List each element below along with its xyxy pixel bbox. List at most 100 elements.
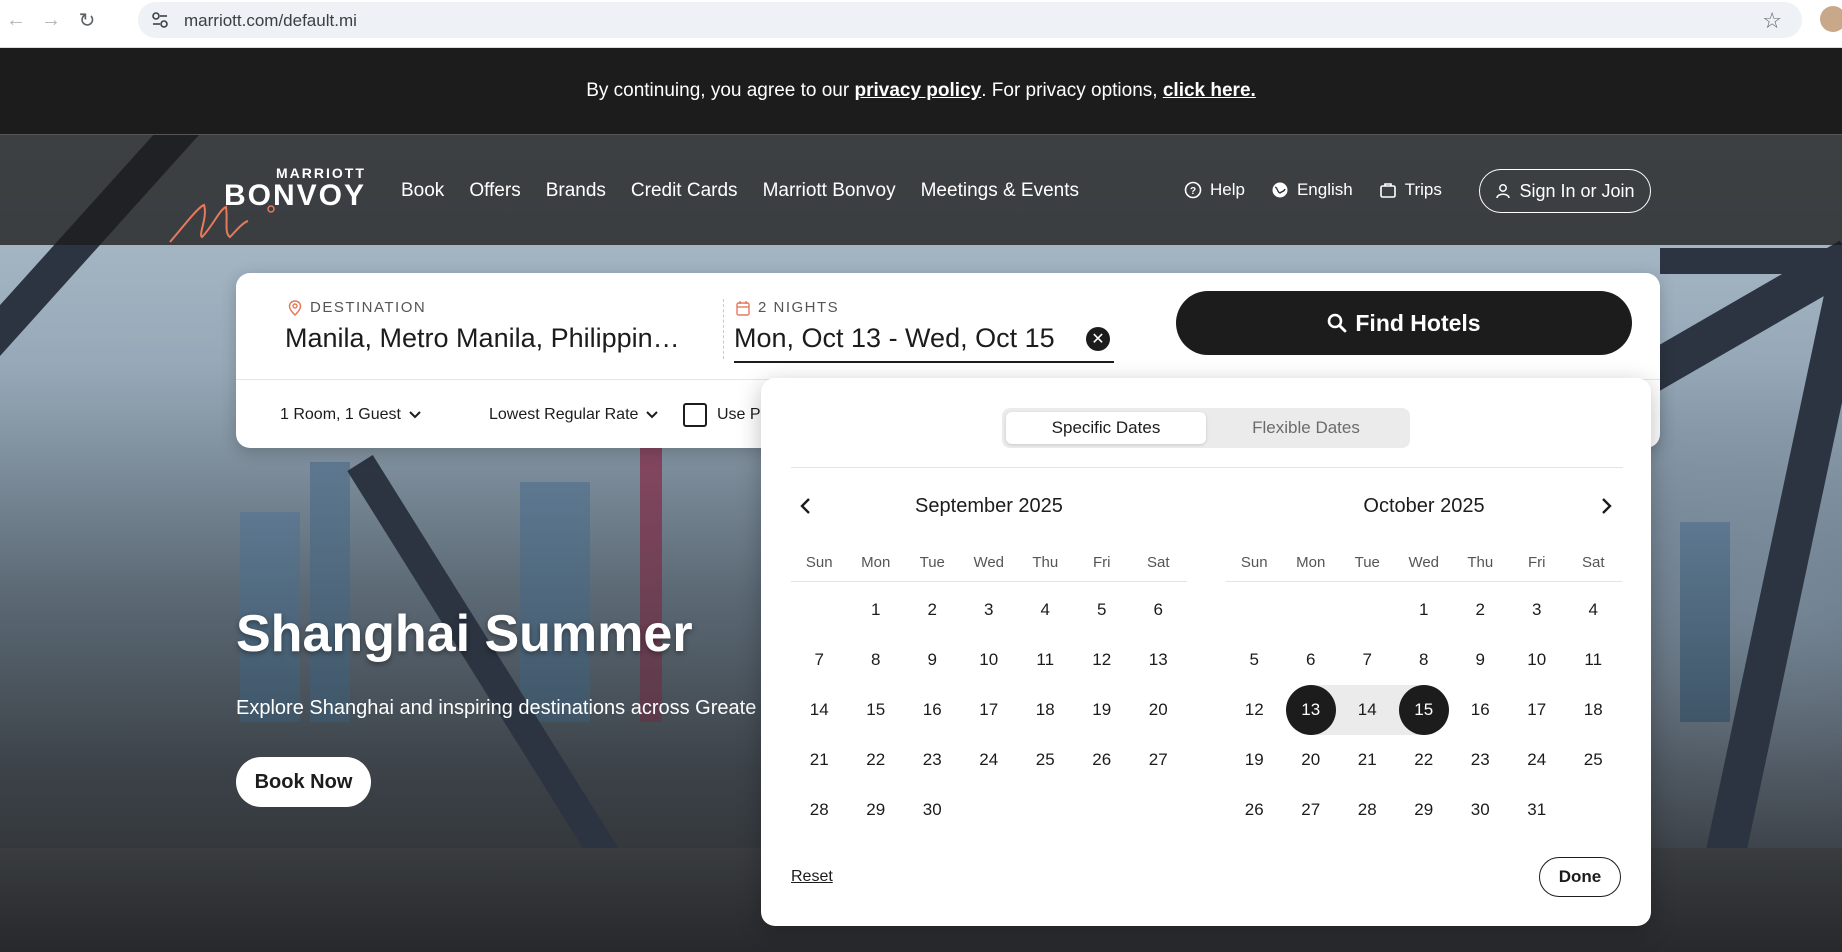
day-cell[interactable]: 4 xyxy=(1017,585,1074,635)
day-cell[interactable]: 25 xyxy=(1017,735,1074,785)
day-cell[interactable]: 17 xyxy=(1509,685,1566,735)
day-cell[interactable]: 1 xyxy=(1396,585,1453,635)
checkbox-box[interactable] xyxy=(683,403,707,427)
day-cell[interactable]: 12 xyxy=(1226,685,1283,735)
day-cell[interactable]: 5 xyxy=(1226,635,1283,685)
bookmark-star-icon[interactable]: ☆ xyxy=(1762,8,1782,34)
day-cell[interactable]: 23 xyxy=(1452,735,1509,785)
day-cell[interactable]: 20 xyxy=(1283,735,1340,785)
marriott-bonvoy-logo[interactable]: MARRIOTT BONVOY xyxy=(168,165,368,245)
day-cell[interactable]: 22 xyxy=(1396,735,1453,785)
day-cell[interactable]: 15 xyxy=(848,685,905,735)
forward-arrow-icon[interactable]: → xyxy=(37,6,65,34)
done-button[interactable]: Done xyxy=(1539,857,1621,897)
day-cell[interactable]: 23 xyxy=(904,735,961,785)
day-cell[interactable]: 26 xyxy=(1074,735,1131,785)
privacy-options-link[interactable]: click here. xyxy=(1163,80,1256,102)
profile-avatar[interactable] xyxy=(1820,6,1842,32)
day-cell[interactable]: 7 xyxy=(1339,635,1396,685)
day-cell[interactable]: 30 xyxy=(904,785,961,835)
address-bar[interactable]: marriott.com/default.mi ☆ xyxy=(138,2,1802,38)
weekday-label: Mon xyxy=(861,554,891,571)
day-cell[interactable]: 31 xyxy=(1509,785,1566,835)
day-cell[interactable]: 17 xyxy=(961,685,1018,735)
day-cell[interactable]: 5 xyxy=(1074,585,1131,635)
day-cell[interactable]: 8 xyxy=(848,635,905,685)
destination-input[interactable]: Manila, Metro Manila, Philippines xyxy=(285,323,680,354)
day-cell[interactable]: 1 xyxy=(848,585,905,635)
day-cell[interactable]: 22 xyxy=(848,735,905,785)
day-cell[interactable]: 14 xyxy=(791,685,848,735)
day-cell[interactable]: 6 xyxy=(1130,585,1187,635)
selected-start-day[interactable]: 13 xyxy=(1282,685,1339,735)
day-cell[interactable]: 27 xyxy=(1130,735,1187,785)
trips-link[interactable]: Trips xyxy=(1379,180,1442,200)
selected-end-day[interactable]: 15 xyxy=(1395,685,1452,735)
day-cell[interactable]: 10 xyxy=(961,635,1018,685)
nav-meetings-events[interactable]: Meetings & Events xyxy=(921,180,1079,202)
day-cell[interactable]: 27 xyxy=(1283,785,1340,835)
day-cell[interactable]: 20 xyxy=(1130,685,1187,735)
in-range-day[interactable]: 14 xyxy=(1339,685,1396,735)
globe-icon xyxy=(1272,182,1288,198)
day-cell[interactable]: 16 xyxy=(904,685,961,735)
help-link[interactable]: ? Help xyxy=(1184,180,1245,200)
privacy-policy-link[interactable]: privacy policy xyxy=(854,80,981,102)
day-cell[interactable]: 9 xyxy=(904,635,961,685)
nav-brands[interactable]: Brands xyxy=(546,180,606,202)
nav-book[interactable]: Book xyxy=(401,180,444,202)
day-cell[interactable]: 21 xyxy=(791,735,848,785)
clear-dates-icon[interactable]: ✕ xyxy=(1086,327,1110,351)
day-cell[interactable]: 2 xyxy=(1452,585,1509,635)
day-cell[interactable]: 19 xyxy=(1074,685,1131,735)
nav-offers[interactable]: Offers xyxy=(469,180,520,202)
day-cell[interactable]: 4 xyxy=(1565,585,1622,635)
back-arrow-icon[interactable]: ← xyxy=(2,6,30,34)
day-cell[interactable]: 7 xyxy=(791,635,848,685)
nav-marriott-bonvoy[interactable]: Marriott Bonvoy xyxy=(763,180,896,202)
day-cell[interactable]: 2 xyxy=(904,585,961,635)
reset-link[interactable]: Reset xyxy=(791,868,833,886)
day-cell[interactable]: 21 xyxy=(1339,735,1396,785)
day-cell[interactable]: 30 xyxy=(1452,785,1509,835)
sign-in-button[interactable]: Sign In or Join xyxy=(1479,169,1651,213)
day-cell[interactable]: 29 xyxy=(1396,785,1453,835)
day-cell[interactable]: 24 xyxy=(1509,735,1566,785)
day-cell[interactable]: 3 xyxy=(1509,585,1566,635)
day-cell[interactable]: 28 xyxy=(1339,785,1396,835)
day-cell[interactable]: 26 xyxy=(1226,785,1283,835)
day-cell[interactable]: 24 xyxy=(961,735,1018,785)
day-cell[interactable]: 18 xyxy=(1017,685,1074,735)
find-hotels-button[interactable]: Find Hotels xyxy=(1176,291,1632,355)
day-cell[interactable]: 9 xyxy=(1452,635,1509,685)
tab-specific-dates[interactable]: Specific Dates xyxy=(1006,412,1206,444)
day-cell[interactable]: 28 xyxy=(791,785,848,835)
site-settings-icon[interactable] xyxy=(150,10,170,30)
day-cell[interactable]: 8 xyxy=(1396,635,1453,685)
book-now-button[interactable]: Book Now xyxy=(236,757,371,807)
day-cell[interactable]: 25 xyxy=(1565,735,1622,785)
weekday-label: Sat xyxy=(1581,554,1605,571)
url-text[interactable]: marriott.com/default.mi xyxy=(184,11,357,31)
language-link[interactable]: English xyxy=(1271,180,1353,200)
rate-dropdown[interactable]: Lowest Regular Rate xyxy=(489,406,659,424)
day-cell[interactable]: 6 xyxy=(1283,635,1340,685)
use-points-checkbox[interactable]: Use Po xyxy=(683,403,769,427)
reload-icon[interactable]: ↻ xyxy=(73,6,101,34)
cookie-text-middle: . For privacy options, xyxy=(981,80,1163,101)
day-cell[interactable]: 11 xyxy=(1017,635,1074,685)
dates-field[interactable]: Mon, Oct 13 - Wed, Oct 15 xyxy=(734,323,1114,363)
nav-credit-cards[interactable]: Credit Cards xyxy=(631,180,738,202)
day-cell[interactable]: 16 xyxy=(1452,685,1509,735)
day-cell[interactable]: 11 xyxy=(1565,635,1622,685)
day-cell[interactable]: 18 xyxy=(1565,685,1622,735)
month-title: October 2025 xyxy=(1363,495,1485,517)
day-cell[interactable]: 10 xyxy=(1509,635,1566,685)
day-cell[interactable]: 13 xyxy=(1130,635,1187,685)
tab-flexible-dates[interactable]: Flexible Dates xyxy=(1206,412,1406,444)
day-cell[interactable]: 3 xyxy=(961,585,1018,635)
day-cell[interactable]: 19 xyxy=(1226,735,1283,785)
rooms-guests-dropdown[interactable]: 1 Room, 1 Guest xyxy=(280,406,421,424)
day-cell[interactable]: 12 xyxy=(1074,635,1131,685)
day-cell[interactable]: 29 xyxy=(848,785,905,835)
